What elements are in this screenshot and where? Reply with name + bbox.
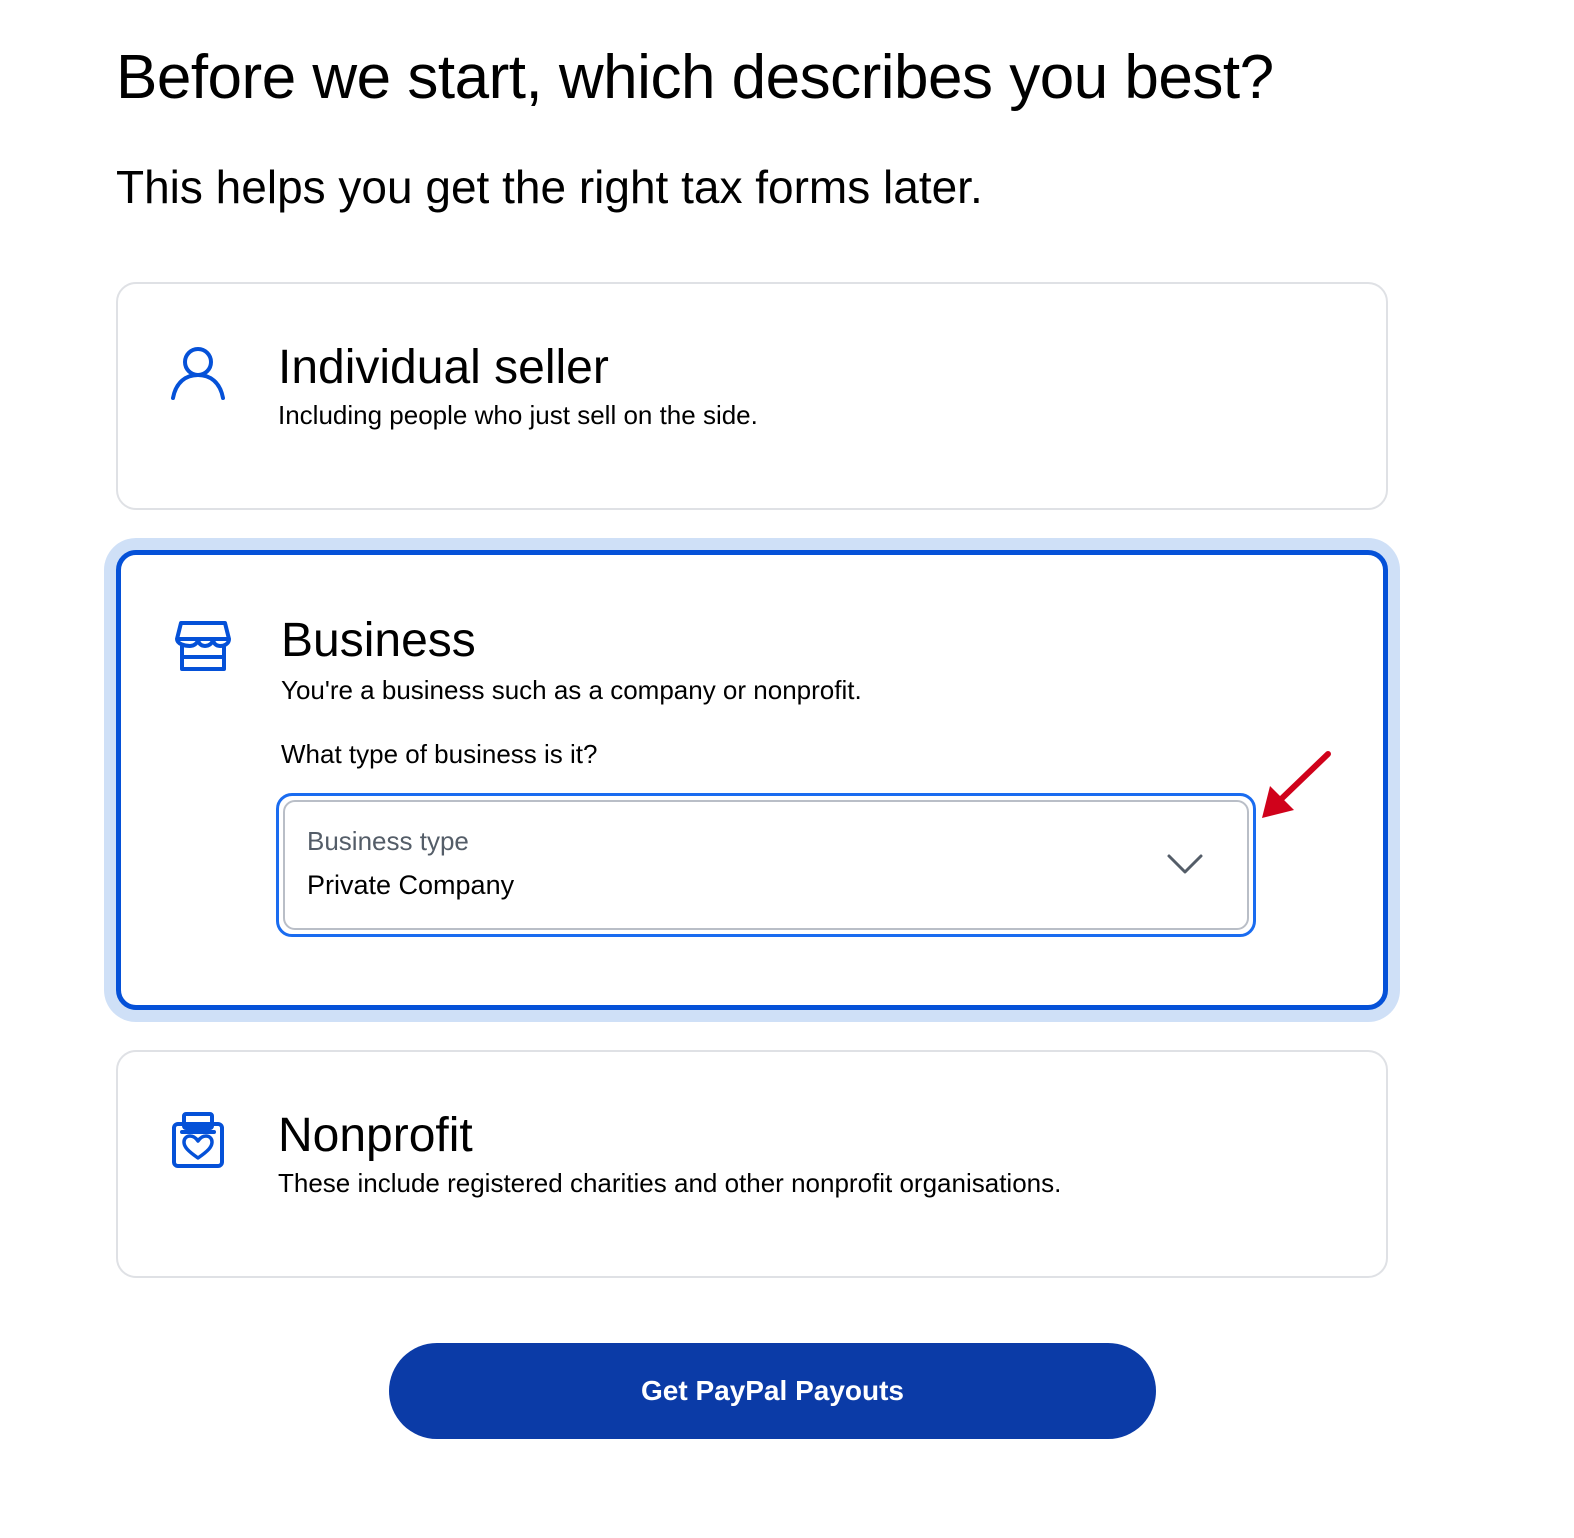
option-title: Nonprofit	[278, 1109, 473, 1162]
annotation-arrow-icon	[1262, 751, 1331, 818]
chevron-down-icon[interactable]	[1165, 850, 1205, 878]
business-type-label: Business type	[307, 826, 469, 856]
business-type-select-focus-ring: Business type Private Company	[276, 793, 1256, 937]
get-paypal-payouts-button[interactable]: Get PayPal Payouts	[389, 1343, 1156, 1439]
option-description: Including people who just sell on the si…	[278, 400, 758, 430]
page-subtitle: This helps you get the right tax forms l…	[116, 161, 983, 213]
option-description: You're a business such as a company or n…	[281, 675, 862, 705]
storefront-icon	[175, 621, 231, 671]
person-icon	[171, 347, 225, 400]
tax-classification-page: Before we start, which describes you bes…	[0, 0, 1574, 1538]
business-type-select[interactable]: Business type Private Company	[283, 800, 1249, 930]
business-type-question: What type of business is it?	[281, 739, 598, 769]
option-title: Business	[281, 614, 476, 667]
business-type-value: Private Company	[307, 870, 515, 900]
option-card-individual-seller[interactable]: Individual seller Including people who j…	[116, 282, 1388, 510]
page-title: Before we start, which describes you bes…	[116, 43, 1274, 112]
option-card-business[interactable]: Business You're a business such as a com…	[116, 550, 1388, 1010]
option-title: Individual seller	[278, 341, 609, 394]
option-description: These include registered charities and o…	[278, 1168, 1062, 1198]
option-card-nonprofit[interactable]: Nonprofit These include registered chari…	[116, 1050, 1388, 1278]
donation-box-icon	[172, 1112, 224, 1168]
